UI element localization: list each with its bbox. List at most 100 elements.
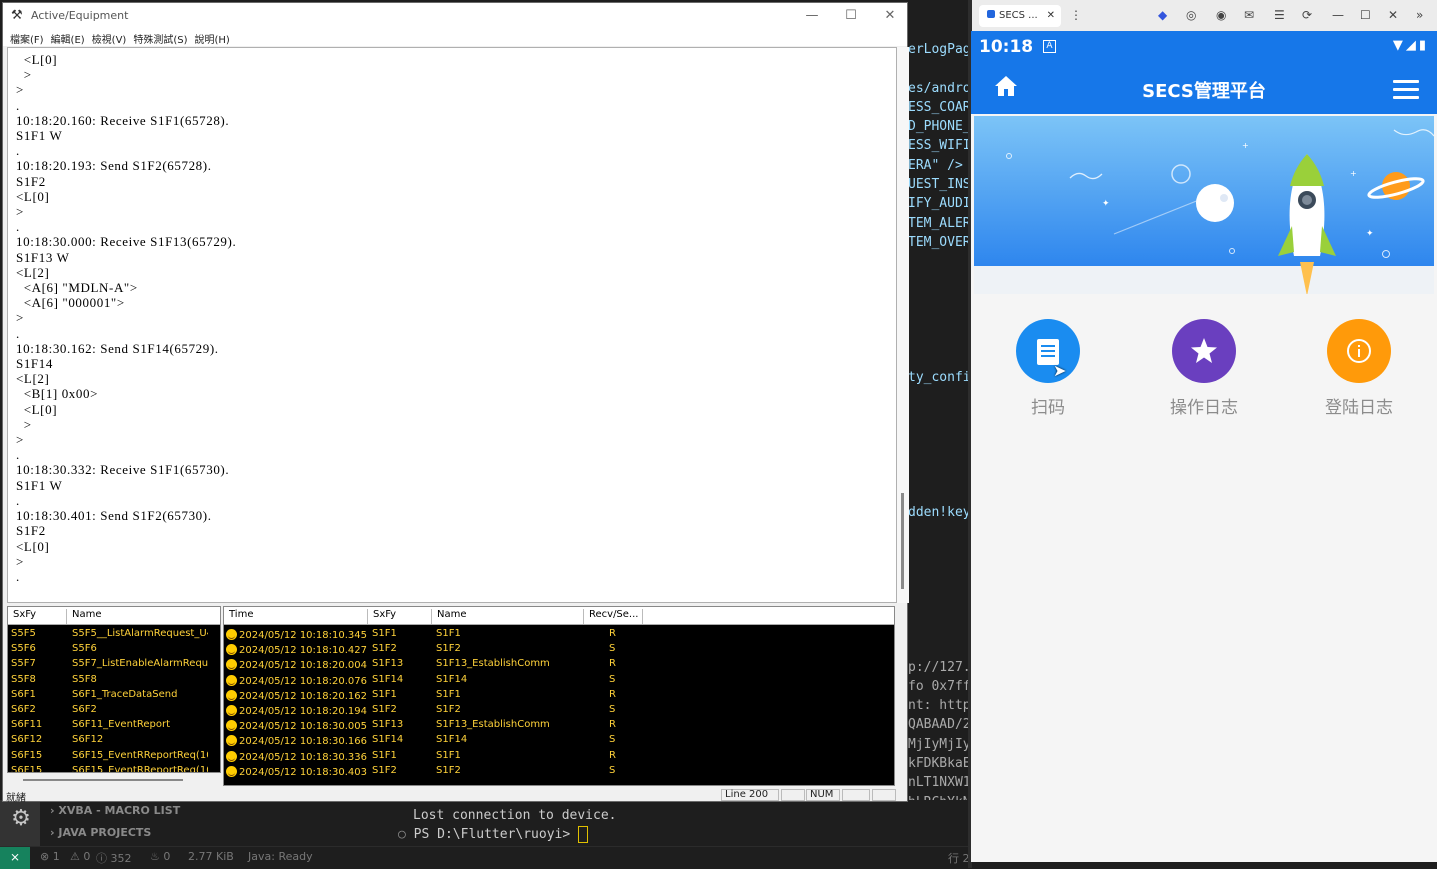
menu-icon[interactable] bbox=[1393, 80, 1419, 104]
code-line: erLogPage. bbox=[908, 42, 972, 57]
table-row[interactable]: 2024/05/12 10:18:30.336 S1F1 S1F1 R bbox=[224, 749, 894, 764]
smiley-icon bbox=[226, 705, 237, 716]
gear-icon[interactable]: ⚙ bbox=[8, 806, 34, 832]
menubar: 檔案(F) 編輯(E) 檢視(V) 特殊測試(S) 說明(H) bbox=[3, 29, 907, 46]
table-row[interactable]: S6F2 S6F2 bbox=[8, 703, 220, 718]
menu-special-test[interactable]: 特殊測試(S) bbox=[133, 31, 187, 46]
gamepad-icon[interactable]: ◎ bbox=[1186, 8, 1196, 22]
mail-icon[interactable]: ✉ bbox=[1244, 8, 1254, 22]
col-header-name[interactable]: Name bbox=[66, 609, 220, 624]
app-title: SECS管理平台 bbox=[1142, 81, 1266, 102]
cell-sxfy: S1F13 bbox=[372, 719, 404, 731]
login-log-button[interactable]: 登陆日志 bbox=[1309, 319, 1409, 418]
menu-help[interactable]: 說明(H) bbox=[195, 31, 230, 46]
account-icon[interactable]: ◉ bbox=[1216, 8, 1226, 22]
close-button[interactable]: ✕ bbox=[871, 5, 909, 27]
tree-item-xvba[interactable]: › XVBA - MACRO LIST bbox=[50, 802, 180, 824]
table-row[interactable]: 2024/05/12 10:18:10.345 S1F1 S1F1 R bbox=[224, 627, 894, 642]
emulator-tab[interactable]: SECS ... ✕ bbox=[979, 5, 1061, 27]
table-row[interactable]: S5F6 S5F6 bbox=[8, 642, 220, 657]
signal-battery-icon: ▼◢▮ bbox=[1392, 38, 1429, 53]
window-titlebar[interactable]: ⚒ Active/Equipment — ☐ ✕ bbox=[3, 3, 907, 29]
table-row[interactable]: 2024/05/12 10:18:30.403 S1F2 S1F2 S bbox=[224, 764, 894, 779]
android-statusbar: 10:18 A ▼◢▮ bbox=[971, 31, 1437, 62]
col-header-time[interactable]: Time bbox=[224, 609, 367, 624]
table-row[interactable]: S5F8 S5F8 bbox=[8, 673, 220, 688]
rotate-icon[interactable]: ⟳ bbox=[1302, 8, 1312, 22]
table-row[interactable]: 2024/05/12 10:18:30.166 S1F14 S1F14 S bbox=[224, 733, 894, 748]
scan-button[interactable]: 扫码 bbox=[998, 319, 1098, 418]
close-tab-icon[interactable]: ✕ bbox=[1047, 5, 1055, 27]
android-screen: 10:18 A ▼◢▮ SECS管理平台 ✦ + + ✦ 扫码 操作日志 登陆日… bbox=[971, 31, 1437, 862]
table-row[interactable]: S6F15 S6F15_EventRReportReq(10 bbox=[8, 749, 220, 764]
cell-name: S5F8 bbox=[72, 673, 97, 685]
table-row[interactable]: 2024/05/12 10:18:20.194 S1F2 S1F2 S bbox=[224, 703, 894, 718]
menu-file[interactable]: 檔案(F) bbox=[10, 31, 44, 46]
table-row[interactable]: 2024/05/12 10:18:10.427 S1F2 S1F2 S bbox=[224, 642, 894, 657]
minimize-icon[interactable]: — bbox=[1332, 8, 1344, 22]
scroll-thumb[interactable] bbox=[901, 493, 904, 589]
table-row[interactable]: S5F5 S5F5__ListAlarmRequest_U4 bbox=[8, 627, 220, 642]
devtools-icon[interactable]: ◆ bbox=[1158, 8, 1167, 22]
expand-icon[interactable]: » bbox=[1416, 8, 1423, 22]
table-row[interactable]: 2024/05/12 10:18:20.004 S1F13 S1F13_Establ… bbox=[224, 657, 894, 672]
table-row[interactable]: S5F7 S5F7_ListEnableAlarmRequ... bbox=[8, 657, 220, 672]
message-log[interactable]: <L[0] > > . 10:18:20.160: Receive S1F1(6… bbox=[7, 47, 897, 603]
menu-view[interactable]: 檢視(V) bbox=[92, 31, 127, 46]
operation-log-button[interactable]: 操作日志 bbox=[1154, 319, 1254, 418]
log-scrollbar[interactable] bbox=[897, 47, 909, 603]
ports-count[interactable]: ♨ 0 bbox=[150, 850, 170, 863]
table-row[interactable]: S6F15 S6F15_EventRReportReq(10 bbox=[8, 764, 220, 773]
macro-hscroll[interactable] bbox=[9, 773, 219, 787]
warnings-count[interactable]: ⚠ 0 bbox=[70, 850, 90, 863]
maximize-button[interactable]: ☐ bbox=[832, 5, 870, 27]
col-header-recv-send[interactable]: Recv/Se... bbox=[583, 609, 643, 624]
col-header-name[interactable]: Name bbox=[431, 609, 583, 624]
info-count[interactable]: ⓘ 352 bbox=[96, 850, 132, 866]
table-row[interactable]: S6F11 S6F11_EventReport bbox=[8, 718, 220, 733]
table-row[interactable]: 2024/05/12 10:18:20.076 S1F14 S1F14 S bbox=[224, 673, 894, 688]
terminal[interactable]: Lost connection to device. ○ PS D:\Flutt… bbox=[398, 806, 617, 844]
tree-item-java-projects[interactable]: › JAVA PROJECTS bbox=[50, 824, 180, 846]
status-cell bbox=[781, 789, 805, 801]
phone-time: 10:18 bbox=[979, 37, 1034, 57]
close-icon[interactable]: ✕ bbox=[1388, 8, 1398, 22]
list-icon[interactable]: ☰ bbox=[1274, 8, 1285, 22]
line-indicator[interactable]: 行 2 bbox=[948, 850, 970, 866]
menu-edit[interactable]: 編輯(E) bbox=[51, 31, 85, 46]
status-cell bbox=[872, 789, 896, 801]
remote-icon[interactable]: ⨯ bbox=[0, 847, 30, 869]
java-status[interactable]: Java: Ready bbox=[248, 850, 313, 863]
cell-name: S6F1_TraceDataSend bbox=[72, 688, 178, 700]
macro-table: SxFy Name S5F5 S5F5__ListAlarmRequest_U4 S… bbox=[7, 606, 221, 773]
col-header-sxfy[interactable]: SxFy bbox=[8, 609, 66, 624]
cell-time: 2024/05/12 10:18:30.336 bbox=[226, 750, 367, 763]
table-row[interactable]: S6F12 S6F12 bbox=[8, 733, 220, 748]
scroll-thumb[interactable] bbox=[23, 779, 183, 781]
minimize-button[interactable]: — bbox=[793, 5, 831, 27]
table-row[interactable]: S6F1 S6F1_TraceDataSend bbox=[8, 688, 220, 703]
smiley-icon bbox=[226, 689, 237, 701]
maximize-icon[interactable]: ☐ bbox=[1360, 8, 1371, 22]
time-text: 2024/05/12 10:18:20.194 bbox=[239, 706, 367, 717]
cell-sxfy: S5F8 bbox=[11, 673, 36, 685]
table-row[interactable]: 2024/05/12 10:18:30.005 S1F13 S1F13_Establ… bbox=[224, 718, 894, 733]
errors-count[interactable]: ⊗ 1 bbox=[40, 850, 60, 863]
cell-name: S6F15_EventRReportReq(10 bbox=[72, 764, 208, 773]
cell-direction: S bbox=[609, 734, 616, 746]
code-line: ERA" /> bbox=[908, 157, 963, 173]
more-vert-icon[interactable]: ⋮ bbox=[1070, 8, 1082, 22]
col-header-sxfy[interactable]: SxFy bbox=[367, 609, 431, 624]
table-row[interactable]: 2024/05/12 10:18:20.162 S1F1 S1F1 R bbox=[224, 688, 894, 703]
history-table: Time SxFy Name Recv/Se... 2024/05/12 10:… bbox=[223, 606, 895, 786]
cell-sxfy: S5F7 bbox=[11, 658, 36, 670]
smiley-icon bbox=[226, 735, 237, 747]
